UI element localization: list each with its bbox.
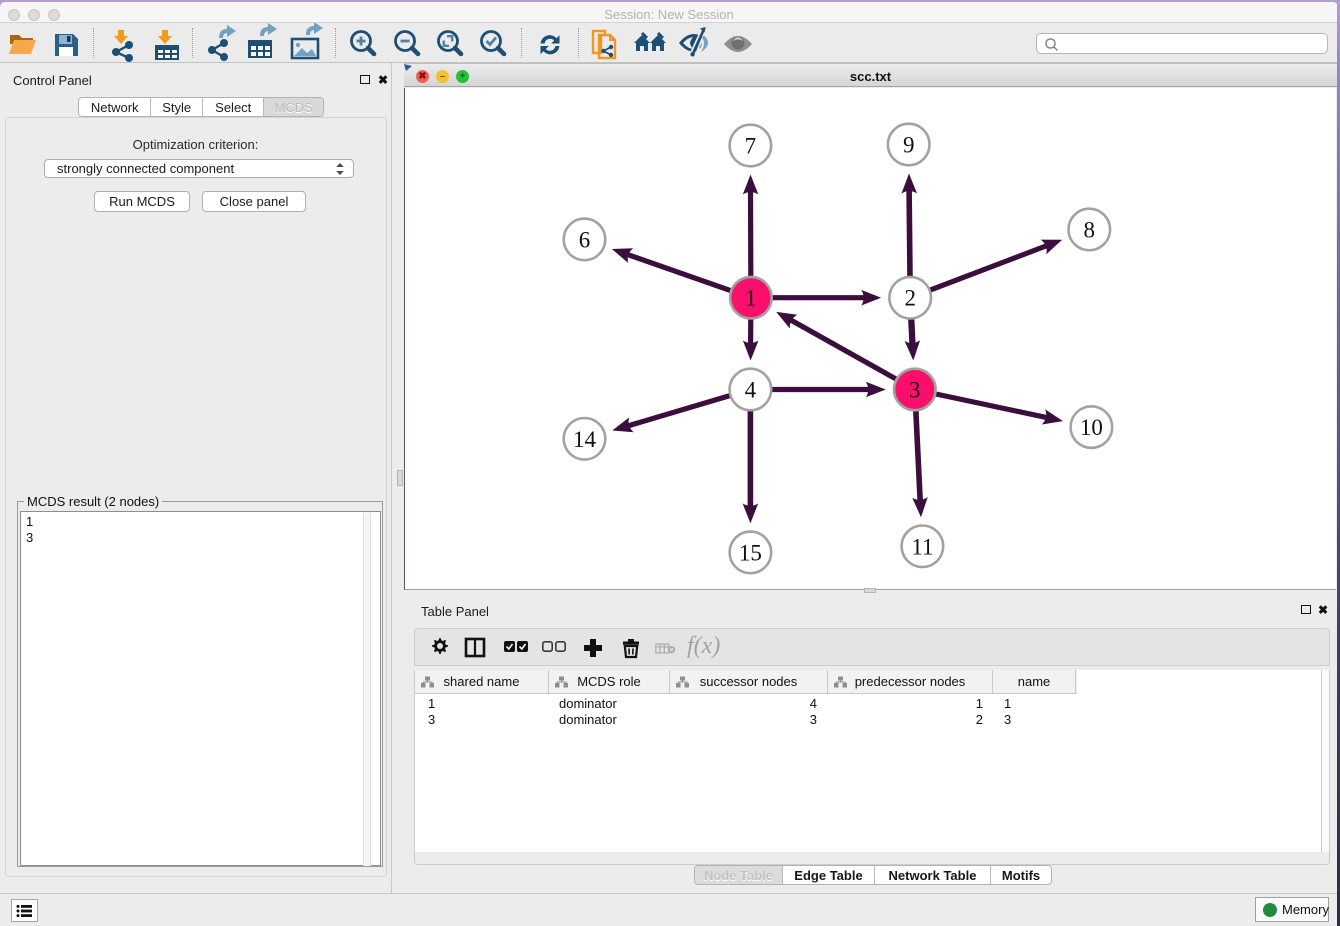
svg-text:10: 10 (1080, 415, 1103, 440)
svg-text:3: 3 (909, 378, 921, 403)
svg-text:11: 11 (911, 534, 933, 559)
svg-text:8: 8 (1084, 218, 1096, 243)
svg-text:4: 4 (745, 378, 757, 403)
svg-text:15: 15 (739, 540, 762, 565)
svg-text:2: 2 (904, 286, 916, 311)
svg-text:9: 9 (903, 133, 915, 158)
svg-text:14: 14 (573, 427, 597, 452)
svg-text:6: 6 (579, 227, 591, 252)
svg-text:1: 1 (745, 286, 757, 311)
svg-text:7: 7 (745, 134, 757, 159)
